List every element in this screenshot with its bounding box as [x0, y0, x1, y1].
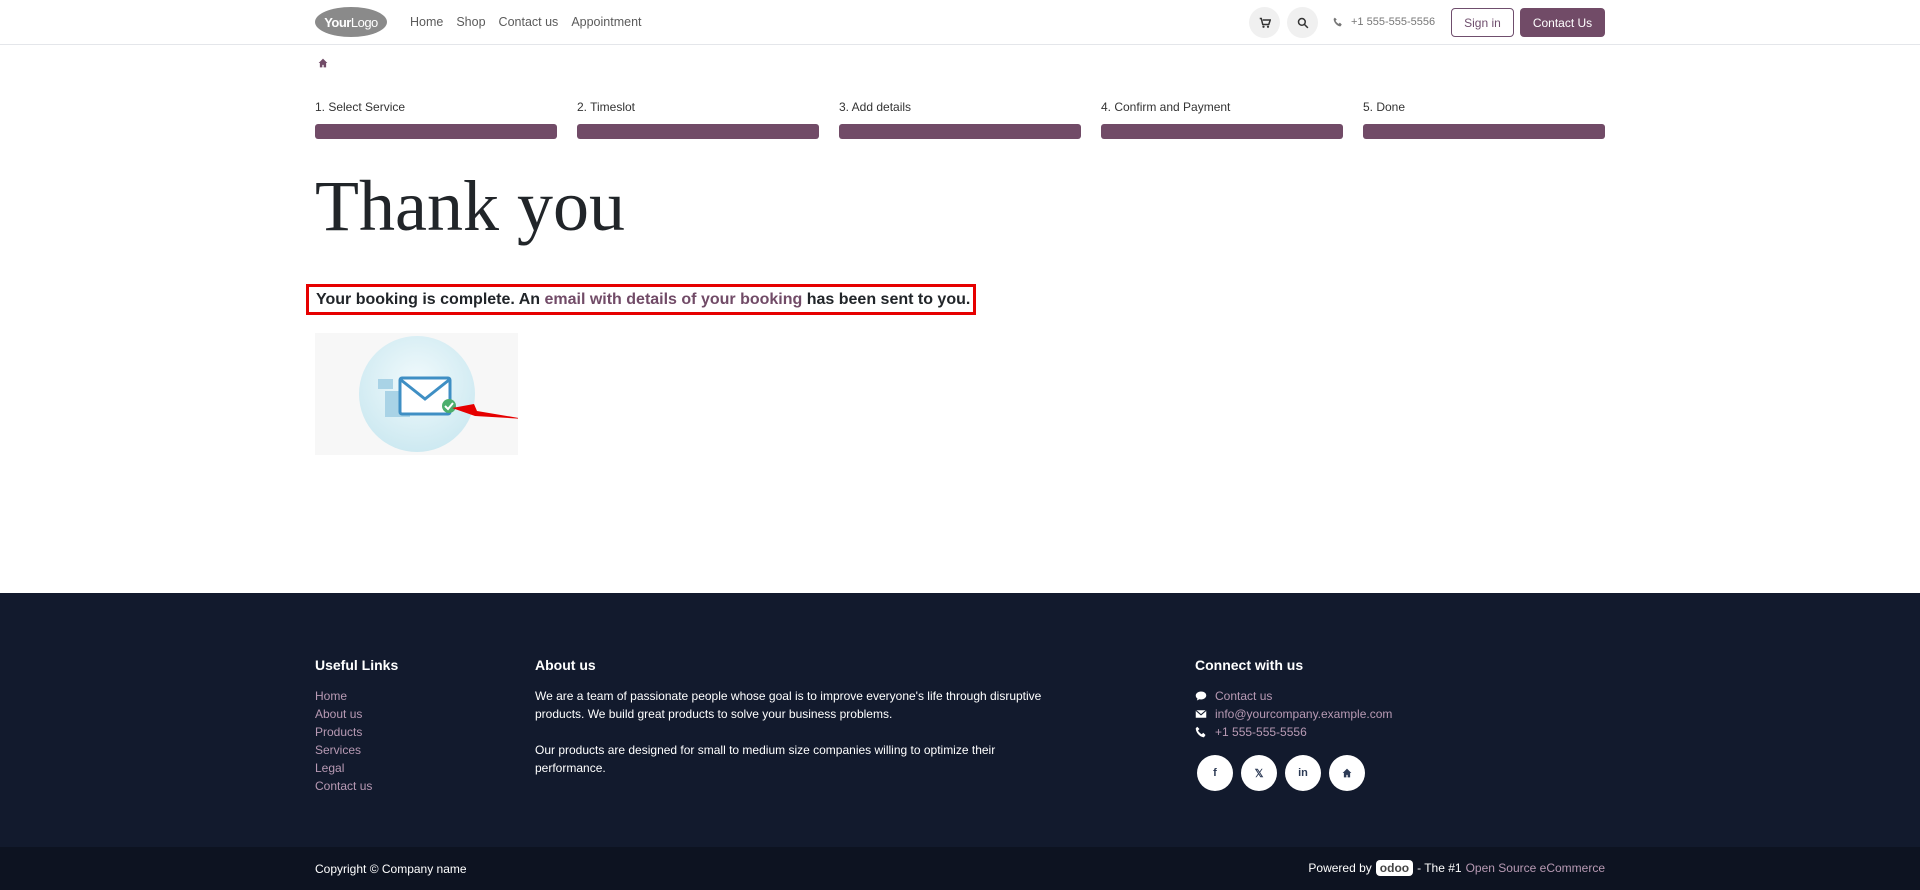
footer-link-products[interactable]: Products	[315, 723, 372, 741]
step-select-service: 1. Select Service	[315, 100, 557, 139]
nav-contact-us[interactable]: Contact us	[499, 15, 559, 29]
step-progress-bar	[577, 124, 819, 139]
copyright-text: Copyright © Company name	[315, 862, 467, 876]
contact-us-button[interactable]: Contact Us	[1520, 8, 1605, 37]
main-nav: Home Shop Contact us Appointment	[410, 15, 642, 29]
connect-contact-us[interactable]: Contact us	[1195, 687, 1392, 705]
phone-icon	[1195, 726, 1206, 738]
site-footer: Useful Links Home About us Products Serv…	[0, 593, 1920, 847]
connect-email[interactable]: info@yourcompany.example.com	[1195, 705, 1392, 723]
email-sent-illustration	[315, 333, 525, 455]
breadcrumb-home[interactable]	[318, 56, 328, 71]
step-timeslot: 2. Timeslot	[577, 100, 819, 139]
connect-phone[interactable]: +1 555-555-5556	[1195, 723, 1392, 741]
search-button[interactable]	[1287, 7, 1318, 38]
home-icon	[318, 58, 328, 68]
search-icon	[1297, 17, 1308, 28]
open-source-ecommerce-link[interactable]: Open Source eCommerce	[1466, 861, 1605, 875]
sign-in-button[interactable]: Sign in	[1451, 8, 1514, 37]
linkedin-icon[interactable]: in	[1285, 755, 1321, 791]
step-progress-bar	[315, 124, 557, 139]
useful-links-heading: Useful Links	[315, 657, 399, 673]
site-header: Your Logo Home Shop Contact us Appointmen…	[0, 0, 1920, 45]
nav-home[interactable]: Home	[410, 15, 443, 29]
powered-by: Powered by odoo - The #1 Open Source eCo…	[1308, 860, 1605, 876]
footer-link-legal[interactable]: Legal	[315, 759, 372, 777]
x-twitter-icon[interactable]: 𝕏	[1241, 755, 1277, 791]
step-done: 5. Done	[1363, 100, 1605, 139]
comment-icon	[1195, 691, 1207, 701]
connect-heading: Connect with us	[1195, 657, 1304, 673]
email-sent-icon	[359, 336, 525, 452]
email-details-link[interactable]: email with details of your booking	[544, 291, 802, 309]
nav-shop[interactable]: Shop	[456, 15, 485, 29]
step-confirm-payment: 4. Confirm and Payment	[1101, 100, 1343, 139]
useful-links-list: Home About us Products Services Legal Co…	[315, 687, 372, 795]
about-us-heading: About us	[535, 657, 596, 673]
step-add-details: 3. Add details	[839, 100, 1081, 139]
home-icon[interactable]	[1329, 755, 1365, 791]
connect-list: Contact us info@yourcompany.example.com …	[1195, 687, 1392, 741]
footer-link-home[interactable]: Home	[315, 687, 372, 705]
about-us-text: We are a team of passionate people whose…	[535, 689, 1042, 775]
cart-button[interactable]	[1249, 7, 1280, 38]
nav-appointment[interactable]: Appointment	[571, 15, 641, 29]
facebook-icon[interactable]: f	[1197, 755, 1233, 791]
site-logo[interactable]: Your Logo	[315, 7, 387, 37]
step-progress-bar	[1101, 124, 1343, 139]
odoo-logo[interactable]: odoo	[1375, 860, 1414, 876]
step-progress-bar	[839, 124, 1081, 139]
step-progress-bar	[1363, 124, 1605, 139]
footer-link-about-us[interactable]: About us	[315, 705, 372, 723]
cart-icon	[1259, 17, 1271, 28]
social-links: f 𝕏 in	[1197, 755, 1365, 791]
page-title: Thank you	[315, 166, 625, 246]
phone-icon	[1333, 17, 1342, 27]
booking-complete-message: Your booking is complete. An email with …	[306, 284, 976, 315]
copyright-bar: Copyright © Company name Powered by odoo…	[0, 847, 1920, 890]
footer-link-services[interactable]: Services	[315, 741, 372, 759]
envelope-icon	[1195, 709, 1207, 718]
footer-link-contact-us[interactable]: Contact us	[315, 777, 372, 795]
header-phone[interactable]: +1 555-555-5556	[1333, 16, 1435, 28]
